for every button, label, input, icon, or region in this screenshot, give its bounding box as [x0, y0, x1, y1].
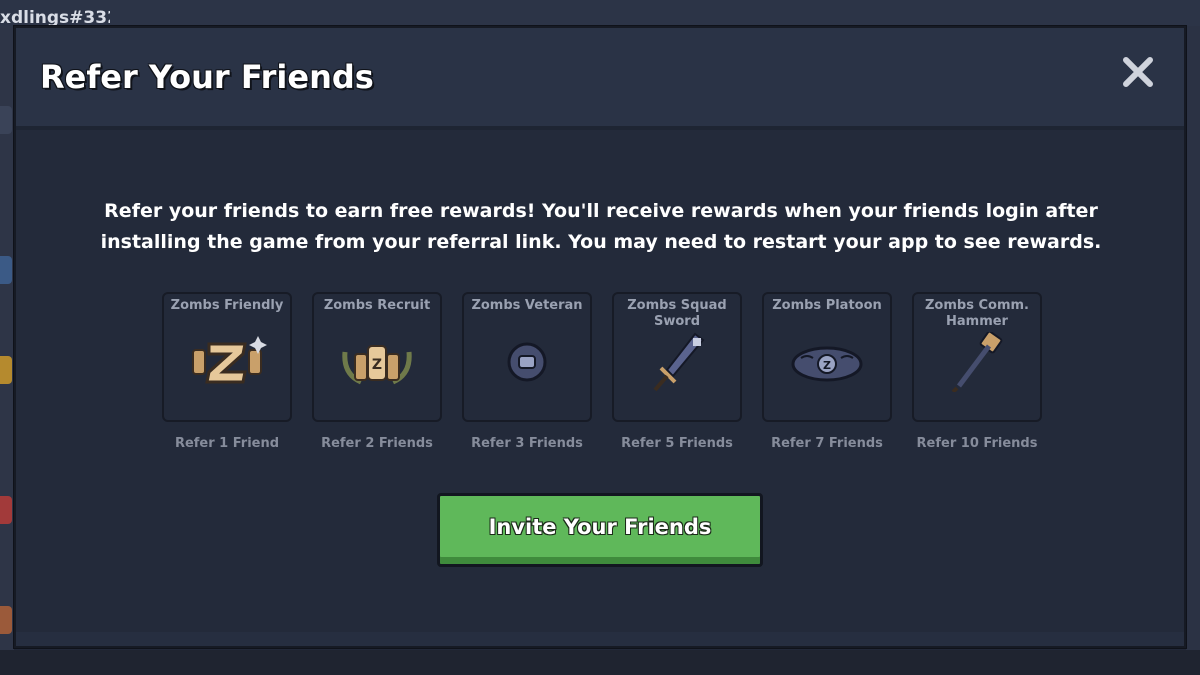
- reward-card: Zombs Recruit Z: [312, 292, 442, 422]
- reward-requirement: Refer 7 Friends: [771, 436, 883, 451]
- reward-tier: Zombs Platoon Z Refer 7 Friends: [762, 292, 892, 462]
- invite-friends-button[interactable]: Invite Your Friends: [437, 493, 763, 567]
- z-badge-icon: [192, 336, 267, 384]
- sword-icon: [653, 332, 705, 392]
- background-player-name: xdlings#3324: [0, 8, 110, 26]
- svg-text:Z: Z: [372, 357, 382, 373]
- reward-name: Zombs Friendly: [170, 298, 284, 313]
- svg-text:Z: Z: [823, 359, 831, 372]
- background-bottom-bar: [0, 650, 1200, 675]
- helmet-icon: [507, 342, 547, 382]
- reward-tier: Zombs Friendly Refer 1 Friend: [162, 292, 292, 462]
- referral-description: Refer your friends to earn free rewards!…: [100, 200, 1102, 253]
- modal-title: Refer Your Friends: [40, 58, 374, 96]
- reward-name: Zombs Squad Sword: [627, 298, 727, 329]
- background-top-bar: xdlings#3324: [0, 0, 1200, 26]
- reward-card: Zombs Veteran: [462, 292, 592, 422]
- reward-name: Zombs Platoon: [772, 298, 882, 313]
- reward-requirement: Refer 1 Friend: [174, 436, 280, 451]
- reward-card: Zombs Squad Sword: [612, 292, 742, 422]
- reward-tier: Zombs Comm. Hammer Refer 10 Friends: [912, 292, 1042, 462]
- close-icon: [1123, 57, 1153, 87]
- modal-footer: [16, 632, 1184, 646]
- background-right-panel: [1186, 26, 1200, 675]
- reward-requirement: Refer 3 Friends: [471, 436, 583, 451]
- invite-button-label: Invite Your Friends: [488, 515, 712, 539]
- reward-name: Zombs Recruit: [323, 298, 431, 313]
- laurel-z-icon: Z: [342, 345, 412, 385]
- background-chip: [0, 106, 12, 134]
- hammer-icon: [951, 332, 1003, 392]
- reward-requirement: Refer 5 Friends: [621, 436, 733, 451]
- reward-requirement: Refer 10 Friends: [916, 436, 1038, 451]
- background-chip: [0, 356, 12, 384]
- modal-header: Refer Your Friends: [16, 28, 1184, 130]
- reward-card: Zombs Friendly: [162, 292, 292, 422]
- reward-name: Zombs Comm. Hammer: [925, 298, 1029, 329]
- reward-tier: Zombs Veteran Refer 3 Friends: [462, 292, 592, 462]
- reward-tier: Zombs Recruit Z Refer 2 Friends: [312, 292, 442, 462]
- reward-name: Zombs Veteran: [471, 298, 583, 313]
- background-chip: [0, 496, 12, 524]
- refer-friends-modal: Refer Your Friends Refer your friends to…: [14, 26, 1186, 648]
- reward-tiers: Zombs Friendly Refer 1 Friend Zombs Recr…: [162, 292, 1062, 462]
- reward-requirement: Refer 2 Friends: [321, 436, 433, 451]
- shield-z-icon: Z: [791, 346, 863, 382]
- reward-tier: Zombs Squad Sword Refer 5 Friends: [612, 292, 742, 462]
- reward-card: Zombs Platoon Z: [762, 292, 892, 422]
- background-left-panel: [0, 26, 14, 675]
- background-chip: [0, 606, 12, 634]
- reward-card: Zombs Comm. Hammer: [912, 292, 1042, 422]
- close-button[interactable]: [1116, 50, 1160, 94]
- background-chip: [0, 256, 12, 284]
